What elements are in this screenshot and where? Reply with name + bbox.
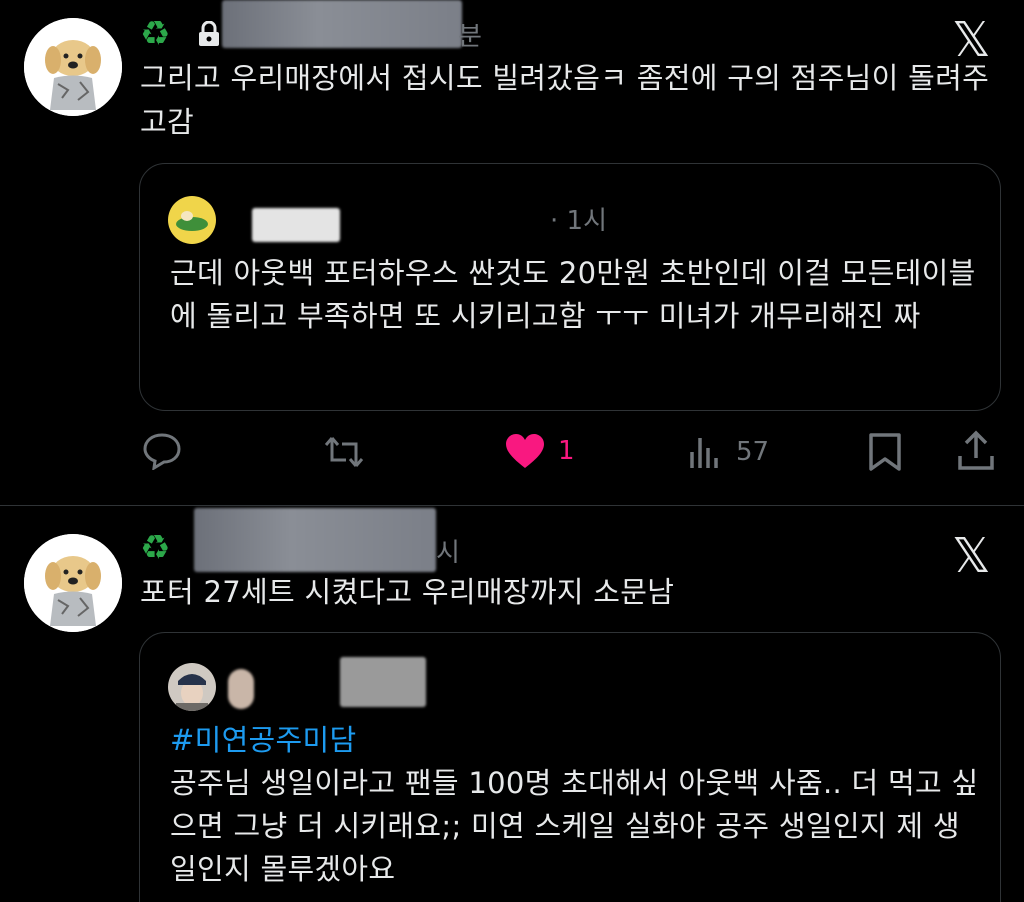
like-button[interactable]: 1 [504, 432, 575, 470]
retweet-button[interactable] [322, 434, 366, 470]
quoted-time: · 1시 [550, 206, 607, 236]
share-button[interactable] [956, 430, 996, 472]
reply-icon [143, 433, 181, 470]
redacted-quoted-handle [340, 657, 426, 707]
redacted-quoted-username [228, 669, 254, 709]
reply-button[interactable] [142, 432, 182, 470]
quoted-text: #미연공주미담 공주님 생일이라고 팬들 100명 초대해서 아웃백 사줌.. … [170, 719, 980, 891]
quoted-tweet[interactable]: #미연공주미담 공주님 생일이라고 팬들 100명 초대해서 아웃백 사줌.. … [139, 632, 1001, 902]
tweet-time: 분 [458, 22, 482, 52]
retweet-icon [324, 437, 364, 467]
bookmark-icon [869, 433, 901, 471]
heart-icon [506, 434, 544, 468]
quoted-body: 공주님 생일이라고 팬들 100명 초대해서 아웃백 사줌.. 더 먹고 싶으면… [170, 766, 979, 886]
bookmark-button[interactable] [868, 432, 902, 472]
quoted-avatar[interactable] [168, 196, 216, 244]
quoted-avatar[interactable] [168, 663, 216, 711]
avatar[interactable] [24, 18, 122, 116]
dog-avatar-image [24, 18, 122, 116]
tweet-1[interactable]: ♻ 분 𝕏 그리고 우리매장에서 접시도 빌려갔음ㅋ 좀전에 구의 점주님이 돌… [0, 0, 1024, 505]
dog-avatar-image [24, 534, 122, 632]
redacted-username [222, 0, 462, 48]
redacted-quoted-username [252, 208, 340, 242]
tweet-text: 그리고 우리매장에서 접시도 빌려갔음ㅋ 좀전에 구의 점주님이 돌려주고감 [140, 61, 990, 139]
quoted-tweet[interactable]: · 1시 근데 아웃백 포터하우스 싼것도 20만원 초반인데 이걸 모든테이블… [139, 163, 1001, 411]
views-icon [690, 438, 718, 468]
tweet-2[interactable]: ♻ 시 𝕏 포터 27세트 시켰다고 우리매장까지 소문남 #미연공주미담 공주… [0, 506, 1024, 902]
like-count: 1 [558, 436, 575, 466]
recycle-icon: ♻ [140, 14, 171, 54]
views-button[interactable]: 57 [688, 434, 769, 470]
action-bar: 1 57 [0, 430, 1024, 476]
lock-icon [198, 20, 220, 51]
tweet-time: 시 [436, 538, 460, 568]
avatar[interactable] [24, 534, 122, 632]
tweet-text: 포터 27세트 시켰다고 우리매장까지 소문남 [140, 575, 675, 609]
share-icon [958, 430, 994, 470]
view-count: 57 [736, 437, 770, 467]
recycle-icon: ♻ [140, 528, 171, 568]
redacted-username [194, 508, 436, 572]
hashtag-link[interactable]: #미연공주미담 [170, 719, 980, 762]
quoted-text: 근데 아웃백 포터하우스 싼것도 20만원 초반인데 이걸 모든테이블에 돌리고… [170, 256, 976, 333]
